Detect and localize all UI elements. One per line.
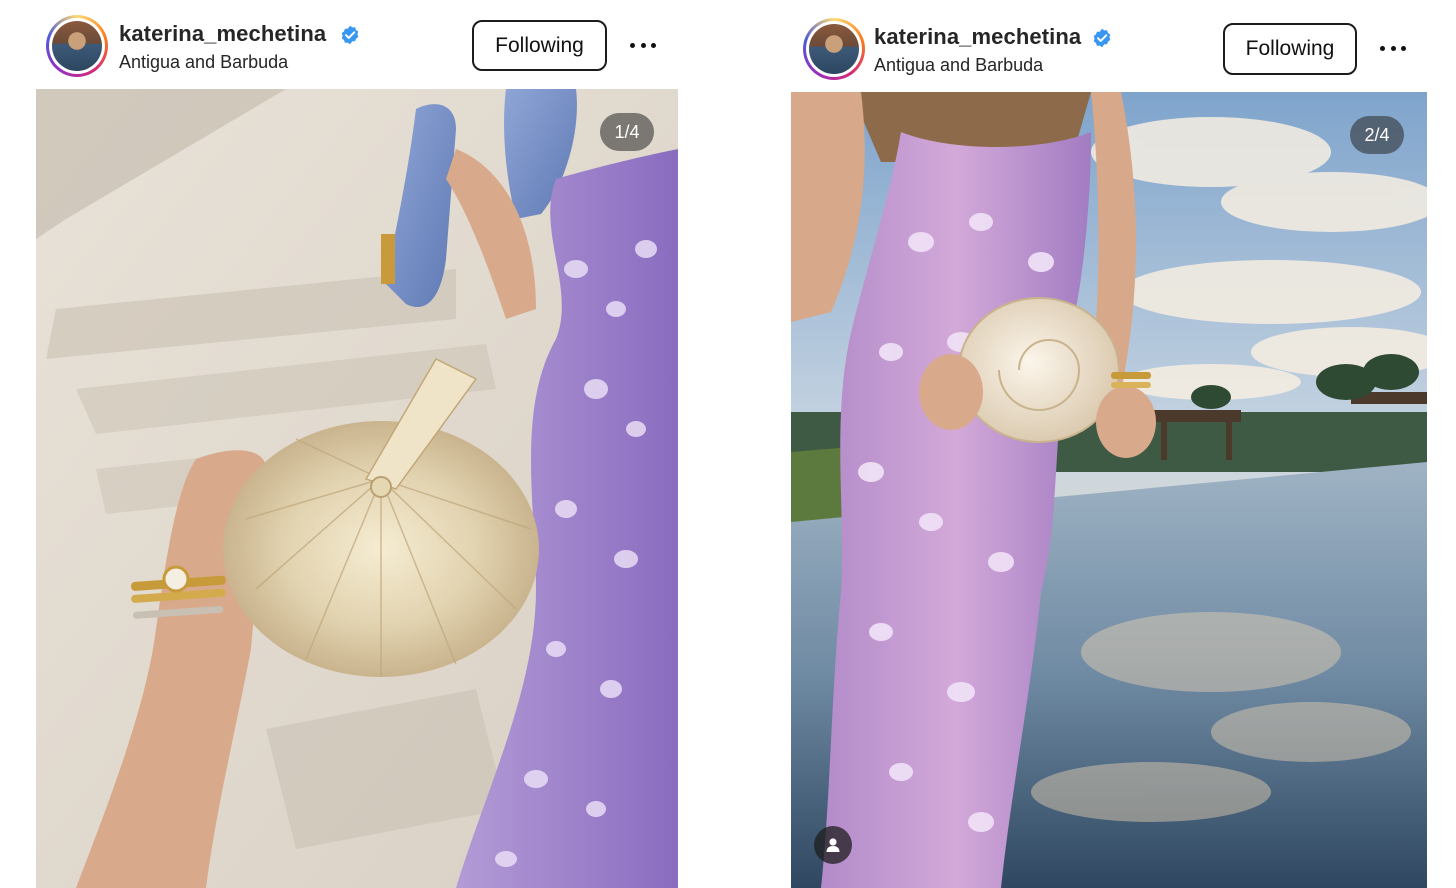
user-tag-icon[interactable] — [814, 826, 852, 864]
location-link[interactable]: Antigua and Barbuda — [874, 55, 1043, 76]
post-image[interactable]: 1/4 — [36, 89, 678, 888]
post-header: katerina_mechetina Antigua and Barbuda F… — [36, 0, 678, 90]
following-button[interactable]: Following — [472, 20, 607, 71]
location-link[interactable]: Antigua and Barbuda — [119, 52, 288, 73]
slide-counter: 2/4 — [1350, 116, 1404, 154]
verified-badge-icon — [1093, 28, 1111, 48]
post-card: katerina_mechetina Antigua and Barbuda F… — [36, 0, 678, 888]
avatar[interactable] — [46, 15, 108, 77]
username-link[interactable]: katerina_mechetina — [874, 24, 1081, 50]
post-image-scene — [36, 89, 678, 888]
more-options-icon[interactable] — [626, 35, 660, 55]
slide-counter: 1/4 — [600, 113, 654, 151]
username-link[interactable]: katerina_mechetina — [119, 21, 326, 47]
post-card: katerina_mechetina Antigua and Barbuda F… — [791, 0, 1427, 888]
post-image[interactable]: 2/4 — [791, 92, 1427, 888]
verified-badge-icon — [341, 25, 359, 45]
post-image-scene — [791, 92, 1427, 888]
post-header: katerina_mechetina Antigua and Barbuda F… — [791, 0, 1427, 90]
more-options-icon[interactable] — [1376, 38, 1410, 58]
following-button[interactable]: Following — [1223, 23, 1357, 75]
avatar[interactable] — [803, 18, 865, 80]
